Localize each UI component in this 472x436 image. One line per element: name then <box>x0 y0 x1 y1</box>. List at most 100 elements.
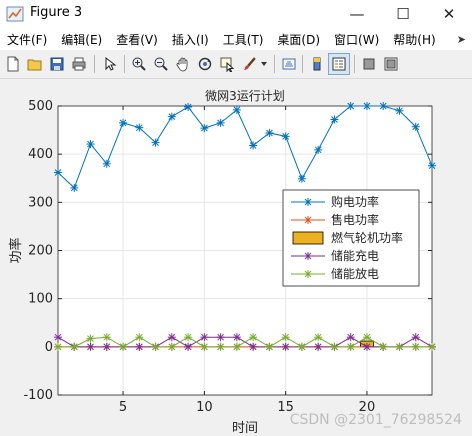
data-point <box>70 342 79 351</box>
data-point <box>102 159 111 168</box>
y-tick-label: 100 <box>28 292 53 307</box>
menu-file[interactable]: 文件(F) <box>0 31 54 48</box>
data-cursor-icon[interactable] <box>216 53 238 75</box>
maximize-button[interactable]: ☐ <box>380 0 426 28</box>
data-point <box>265 128 274 137</box>
data-point <box>216 342 225 351</box>
toolbar <box>0 50 472 79</box>
data-point <box>232 333 241 342</box>
menu-bar: 文件(F) 编辑(E) 查看(V) 插入(I) 工具(T) 桌面(D) 窗口(W… <box>0 28 472 50</box>
open-file-icon[interactable] <box>24 53 46 75</box>
show-plot-tools-icon[interactable] <box>380 53 402 75</box>
data-point <box>362 102 371 110</box>
y-axis-label: 功率 <box>8 237 24 263</box>
data-point <box>135 123 144 132</box>
close-button[interactable]: ✕ <box>426 0 472 28</box>
data-point <box>135 333 144 342</box>
legend: 购电功率售电功率燃气轮机功率储能充电储能放电 <box>282 189 420 287</box>
legend-marker <box>304 252 312 260</box>
zoom-in-icon[interactable] <box>128 53 150 75</box>
data-point <box>54 333 62 342</box>
y-tick-label: 500 <box>28 99 53 114</box>
data-point <box>265 342 274 351</box>
data-point <box>216 118 225 127</box>
brush-icon[interactable] <box>238 53 260 75</box>
chart-title: 微网3运行计划 <box>205 89 285 103</box>
toolbar-separator <box>124 55 125 73</box>
x-tick-label: 5 <box>119 400 127 415</box>
data-point <box>249 342 258 351</box>
zoom-out-icon[interactable] <box>150 53 172 75</box>
new-figure-icon[interactable] <box>2 53 24 75</box>
data-point <box>119 342 128 351</box>
data-point <box>346 102 355 110</box>
watermark: CSDN @2301_76298524 <box>289 412 462 428</box>
legend-label: 燃气轮机功率 <box>331 230 403 245</box>
data-point <box>428 342 436 351</box>
legend-label: 购电功率 <box>331 194 379 209</box>
minimize-button[interactable]: — <box>334 0 380 28</box>
data-point <box>249 333 258 342</box>
data-point <box>314 342 323 351</box>
x-axis-label: 时间 <box>232 421 258 436</box>
data-point <box>362 342 371 351</box>
data-point <box>281 333 290 342</box>
menu-edit[interactable]: 编辑(E) <box>54 31 109 48</box>
select-arrow-icon[interactable] <box>99 53 121 75</box>
brush-dropdown-icon[interactable] <box>258 53 270 75</box>
data-point <box>86 334 95 343</box>
legend-marker <box>304 198 312 206</box>
menu-overflow-icon[interactable]: ➤ <box>457 33 466 46</box>
legend-label: 售电功率 <box>331 212 379 227</box>
y-tick-label: 400 <box>28 147 53 162</box>
menu-tools[interactable]: 工具(T) <box>216 31 271 48</box>
data-point <box>167 333 176 342</box>
data-point <box>346 333 355 342</box>
toolbar-separator <box>94 55 95 73</box>
data-point <box>249 141 258 150</box>
hide-plot-tools-icon[interactable] <box>358 53 380 75</box>
data-point <box>330 115 339 124</box>
menu-insert[interactable]: 插入(I) <box>165 31 216 48</box>
legend-label: 储能放电 <box>331 266 379 281</box>
legend-swatch <box>292 231 324 245</box>
data-point <box>70 183 79 192</box>
data-point <box>200 124 209 133</box>
x-tick-label: 10 <box>196 400 213 415</box>
data-point <box>167 342 176 351</box>
plot-axes[interactable]: 5 10 15 20-1000100200300400500微网3运行计划时间功率购电… <box>0 79 472 436</box>
data-point <box>379 102 388 110</box>
data-point <box>379 342 388 351</box>
y-tick-label: 200 <box>28 244 53 259</box>
print-icon[interactable] <box>68 53 90 75</box>
data-point <box>184 333 193 342</box>
rotate-3d-icon[interactable] <box>194 53 216 75</box>
toolbar-separator <box>274 55 275 73</box>
data-point <box>411 122 420 131</box>
menu-window[interactable]: 窗口(W) <box>327 31 386 48</box>
data-point <box>200 333 209 342</box>
data-point <box>86 140 95 149</box>
data-point <box>395 106 404 115</box>
data-point <box>184 102 193 111</box>
menu-view[interactable]: 查看(V) <box>109 31 165 48</box>
data-point <box>54 342 62 351</box>
legend-icon[interactable] <box>328 53 350 75</box>
colorbar-icon[interactable] <box>306 53 328 75</box>
data-point <box>167 112 176 121</box>
y-tick-label: -100 <box>23 388 53 403</box>
link-plot-icon[interactable] <box>278 53 300 75</box>
menu-desktop[interactable]: 桌面(D) <box>270 31 327 48</box>
data-point <box>411 333 420 342</box>
pan-hand-icon[interactable] <box>172 53 194 75</box>
toolbar-separator <box>302 55 303 73</box>
data-point <box>428 161 436 170</box>
data-point <box>297 174 306 183</box>
data-point <box>135 342 144 351</box>
y-tick-label: 300 <box>28 195 53 210</box>
save-icon[interactable] <box>46 53 68 75</box>
data-point <box>102 342 111 351</box>
matlab-figure-icon <box>6 6 24 22</box>
title-bar: Figure 3 — ☐ ✕ <box>0 0 472 28</box>
menu-help[interactable]: 帮助(H) <box>386 31 442 48</box>
